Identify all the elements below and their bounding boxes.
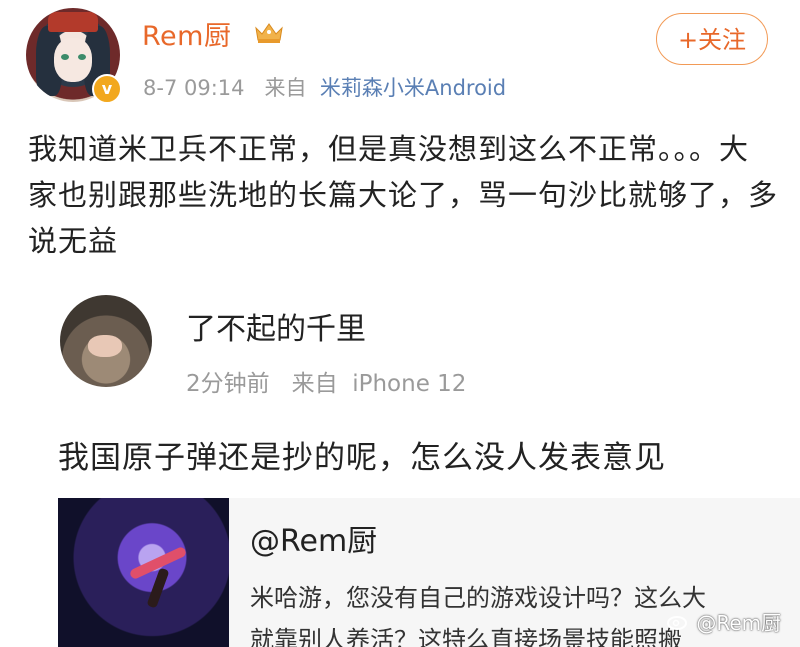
weibo-icon <box>667 616 687 630</box>
avatar-hat <box>48 12 98 32</box>
follow-button[interactable]: +关注 <box>656 13 768 65</box>
comment-source: iPhone 12 <box>352 371 467 397</box>
post-meta: 8-7 09:14 来自 米莉森小米Android <box>143 72 506 102</box>
watermark: @Rem厨 <box>666 607 781 636</box>
post-username[interactable]: Rem厨 <box>142 14 231 53</box>
avatar-face <box>54 38 92 82</box>
card-thumbnail[interactable] <box>58 498 229 647</box>
verified-badge-icon: v <box>92 74 122 104</box>
card-title: @Rem厨 <box>250 524 378 559</box>
watermark-text: @Rem厨 <box>696 611 782 635</box>
post-source-link[interactable]: 米莉森小米Android <box>320 76 506 100</box>
commenter-username[interactable]: 了不起的千里 <box>186 304 366 348</box>
comment-meta: 2分钟前 来自 iPhone 12 <box>186 364 466 398</box>
commenter-avatar[interactable] <box>60 295 152 387</box>
avatar-pig <box>88 335 122 357</box>
thumbnail-figure <box>146 567 170 609</box>
avatar-eye <box>78 54 86 60</box>
post-timestamp: 8-7 09:14 <box>143 76 245 100</box>
comment-source-prefix: 来自 <box>291 371 338 397</box>
card-text-line: 米哈游，您没有自己的游戏设计吗？这么大 <box>250 584 706 612</box>
crown-icon <box>255 23 283 43</box>
post-body: 我知道米卫兵不正常，但是真没想到这么不正常。。。大家也别跟那些洗地的长篇大论了，… <box>28 132 779 258</box>
card-text-line: 就靠别人养活？这特么直接场景技能照搬 <box>250 626 682 647</box>
comment-text: 我国原子弹还是抄的呢，怎么没人发表意见 <box>58 440 666 476</box>
source-prefix: 来自 <box>264 76 307 100</box>
avatar-eye <box>61 54 69 60</box>
comment-time: 2分钟前 <box>186 371 270 397</box>
